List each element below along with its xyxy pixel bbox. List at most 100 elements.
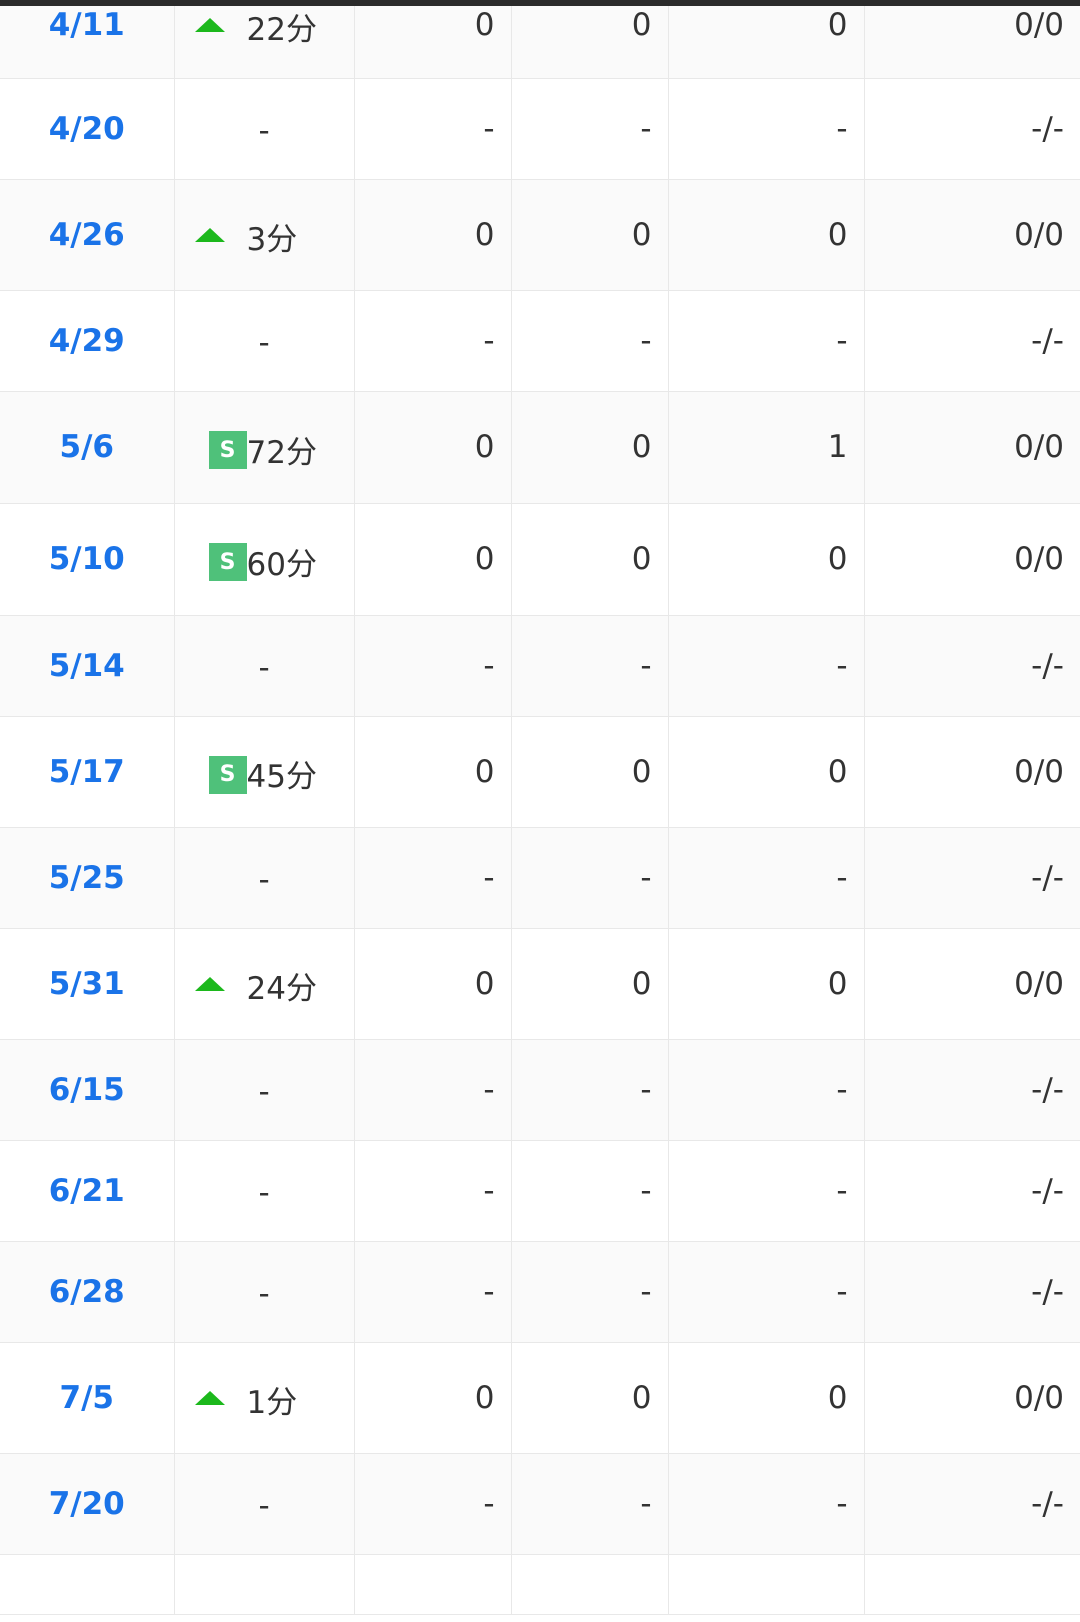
match-date-link[interactable]: 4/26 — [0, 179, 175, 291]
play-time-cell: - — [174, 78, 355, 180]
stat-value-2: - — [511, 1140, 669, 1242]
cards-value: 0/0 — [864, 1342, 1080, 1454]
table-row: 7/5 1分 0 0 0 0/0 — [0, 1342, 1080, 1454]
match-date-link[interactable]: 6/28 — [0, 1241, 175, 1343]
stat-value-3: - — [668, 1241, 865, 1343]
minutes-played: - — [258, 324, 270, 361]
sub-in-arrow-icon — [194, 227, 225, 242]
match-date-link[interactable]: 7/20 — [0, 1453, 175, 1555]
minutes-played: - — [258, 1073, 270, 1110]
play-time-cell: 3分 — [174, 179, 355, 291]
stat-value-1: - — [354, 827, 512, 929]
match-date[interactable]: 5/31 — [49, 966, 125, 1002]
cards-value: 0/0 — [864, 716, 1080, 828]
play-time-cell: 22分 — [174, 0, 355, 79]
match-date-link[interactable]: 5/6 — [0, 391, 175, 504]
minutes-played: - — [258, 1174, 270, 1211]
stat-value-3: - — [668, 1140, 865, 1242]
match-date-link[interactable]: 4/20 — [0, 78, 175, 180]
table-row: 7/20 - - - - -/- — [0, 1453, 1080, 1555]
empty-cell — [0, 1554, 175, 1615]
stat-value-1: - — [354, 1039, 512, 1141]
table-row: 5/14 - - - - -/- — [0, 615, 1080, 717]
stat-value-1: 0 — [354, 179, 512, 291]
cards-value: -/- — [864, 1241, 1080, 1343]
stat-value-2: 0 — [511, 716, 669, 828]
play-time-cell: S 60分 — [174, 503, 355, 616]
stat-value-3: - — [668, 615, 865, 717]
stat-value-1: - — [354, 615, 512, 717]
minutes-played: 72分 — [246, 434, 317, 471]
table-row — [0, 1554, 1080, 1615]
match-date-link[interactable]: 5/14 — [0, 615, 175, 717]
stat-value-2: 0 — [511, 503, 669, 616]
match-date-link[interactable]: 6/15 — [0, 1039, 175, 1141]
status-icon-slot — [189, 1390, 247, 1405]
play-time-cell: 24分 — [174, 928, 355, 1040]
stat-value-2: 0 — [511, 1342, 669, 1454]
cards-value: 0/0 — [864, 0, 1080, 79]
match-date[interactable]: 6/21 — [49, 1173, 125, 1209]
table-row: 5/25 - - - - -/- — [0, 827, 1080, 929]
stat-value-1: 0 — [354, 0, 512, 79]
match-date[interactable]: 6/15 — [49, 1072, 125, 1108]
match-date[interactable]: 4/20 — [49, 111, 125, 147]
match-date-link[interactable]: 7/5 — [0, 1342, 175, 1454]
stat-value-2: - — [511, 615, 669, 717]
match-date[interactable]: 4/11 — [49, 7, 125, 43]
match-date[interactable]: 4/26 — [49, 217, 125, 253]
stat-value-3: - — [668, 78, 865, 180]
stat-value-1: - — [354, 1140, 512, 1242]
status-icon-slot: S — [189, 425, 247, 469]
match-date-link[interactable]: 6/21 — [0, 1140, 175, 1242]
stat-value-1: - — [354, 78, 512, 180]
match-date[interactable]: 7/20 — [49, 1486, 125, 1522]
stat-value-3: 0 — [668, 179, 865, 291]
minutes-played: - — [258, 649, 270, 686]
match-date-link[interactable]: 5/31 — [0, 928, 175, 1040]
match-date-link[interactable]: 4/11 — [0, 0, 175, 79]
stat-value-2: - — [511, 1039, 669, 1141]
match-date[interactable]: 6/28 — [49, 1274, 125, 1310]
minutes-played: 22分 — [246, 12, 317, 49]
cards-value: -/- — [864, 290, 1080, 392]
table-row: 6/28 - - - - -/- — [0, 1241, 1080, 1343]
starter-badge-icon: S — [208, 755, 247, 794]
sub-in-arrow-icon — [194, 976, 225, 991]
match-date-link[interactable]: 4/29 — [0, 290, 175, 392]
status-icon-slot: S — [189, 537, 247, 581]
cards-value: -/- — [864, 1140, 1080, 1242]
empty-cell — [864, 1554, 1080, 1615]
match-date[interactable]: 5/10 — [49, 541, 125, 577]
stat-value-1: 0 — [354, 391, 512, 504]
sub-in-arrow-icon — [194, 1390, 225, 1405]
match-date[interactable]: 5/14 — [49, 648, 125, 684]
minutes-played: 1分 — [246, 1385, 298, 1421]
minutes-played: - — [258, 861, 270, 898]
match-date[interactable]: 4/29 — [49, 323, 125, 359]
cards-value: -/- — [864, 1453, 1080, 1555]
match-date-link[interactable]: 5/25 — [0, 827, 175, 929]
empty-cell — [668, 1554, 865, 1615]
table-row: 4/11 22分 0 0 0 0/0 — [0, 0, 1080, 79]
match-date[interactable]: 5/17 — [49, 754, 125, 790]
minutes-played: 3分 — [246, 222, 298, 258]
match-date[interactable]: 7/5 — [60, 1380, 114, 1416]
match-date[interactable]: 5/25 — [49, 860, 125, 896]
table-row: 6/21 - - - - -/- — [0, 1140, 1080, 1242]
match-date-link[interactable]: 5/10 — [0, 503, 175, 616]
stat-value-2: 0 — [511, 0, 669, 79]
minutes-played: 60分 — [246, 546, 317, 583]
stat-value-1: - — [354, 290, 512, 392]
cards-value: -/- — [864, 615, 1080, 717]
stat-value-3: 0 — [668, 503, 865, 616]
stat-value-2: - — [511, 290, 669, 392]
empty-cell — [511, 1554, 669, 1615]
cards-value: 0/0 — [864, 928, 1080, 1040]
table-row: 5/31 24分 0 0 0 0/0 — [0, 928, 1080, 1040]
stat-value-1: - — [354, 1453, 512, 1555]
match-date-link[interactable]: 5/17 — [0, 716, 175, 828]
match-date[interactable]: 5/6 — [60, 429, 114, 465]
play-time-cell: 1分 — [174, 1342, 355, 1454]
stat-value-1: 0 — [354, 716, 512, 828]
